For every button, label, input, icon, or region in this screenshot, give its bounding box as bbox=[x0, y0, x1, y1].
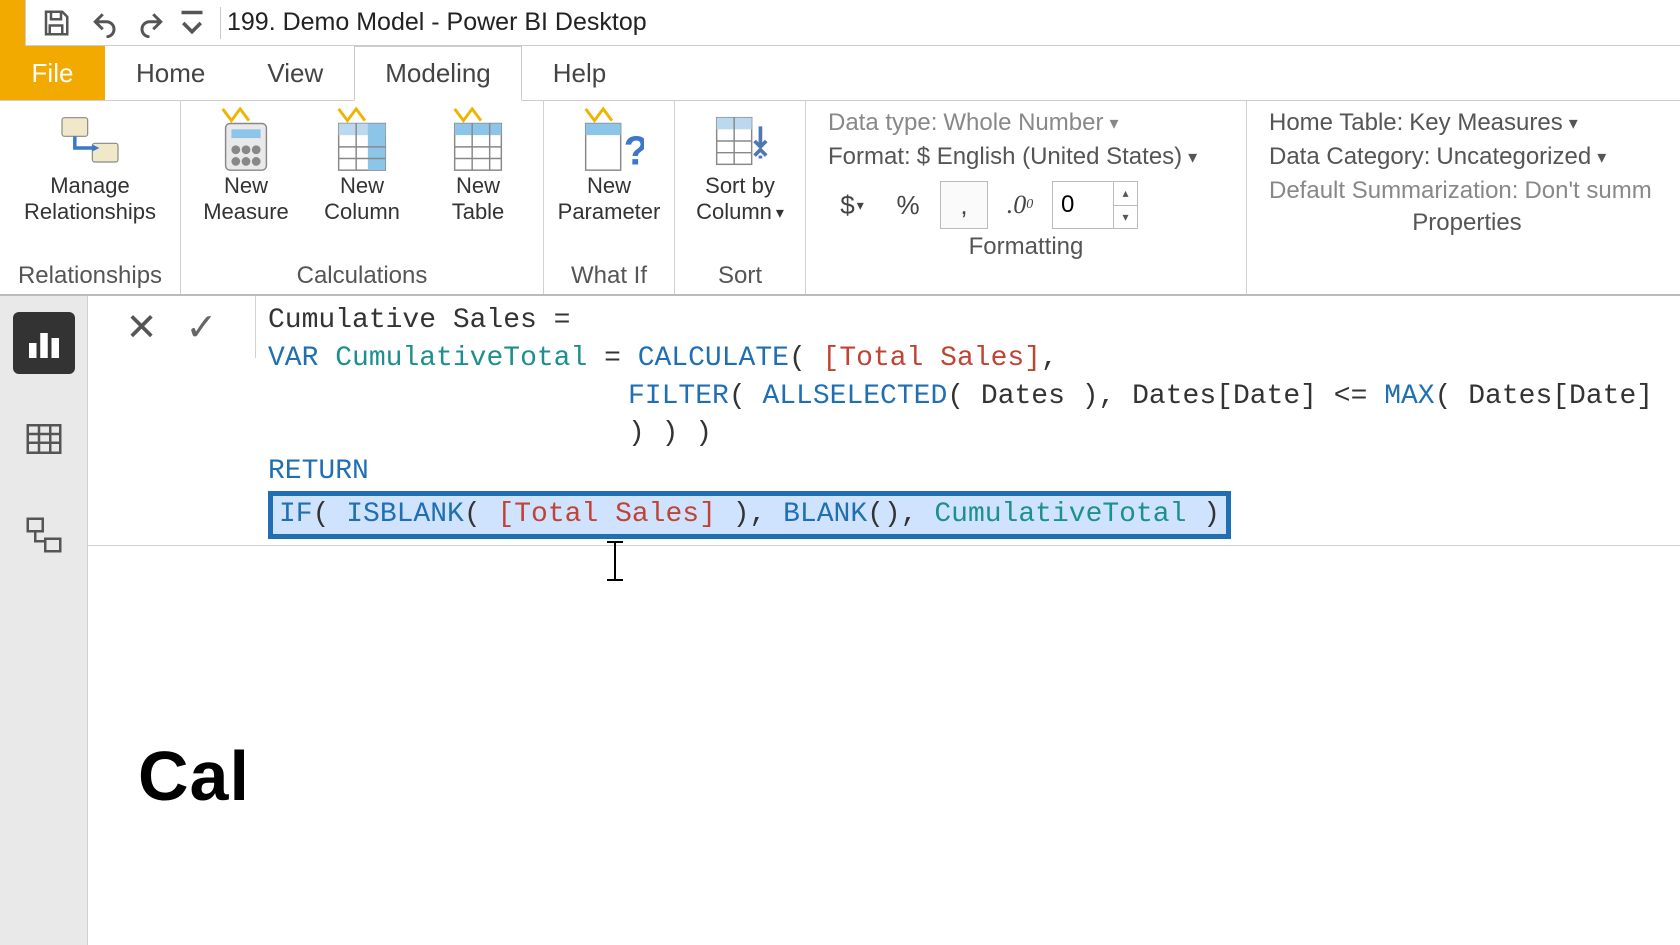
table-icon bbox=[443, 111, 513, 171]
data-view-button[interactable] bbox=[13, 408, 75, 470]
ribbon: Manage Relationships Relationships New M… bbox=[0, 101, 1680, 296]
save-button[interactable] bbox=[34, 1, 78, 45]
table-column-icon bbox=[327, 111, 397, 171]
new-column-button[interactable]: New Column bbox=[307, 107, 417, 226]
tab-modeling[interactable]: Modeling bbox=[354, 46, 522, 101]
title-bar: 199. Demo Model - Power BI Desktop bbox=[0, 0, 1680, 46]
tab-home[interactable]: Home bbox=[105, 46, 236, 100]
separator bbox=[220, 7, 221, 39]
svg-text:?: ? bbox=[624, 127, 644, 173]
page-title: Cal bbox=[138, 736, 250, 816]
quick-access-toolbar bbox=[26, 1, 214, 45]
currency-button[interactable]: $ ▾ bbox=[828, 181, 876, 229]
manage-relationships-icon bbox=[55, 111, 125, 171]
relationship-icon bbox=[24, 515, 64, 555]
chevron-down-icon: ▾ bbox=[1569, 113, 1578, 134]
decimal-places-input[interactable]: ▴▾ bbox=[1052, 181, 1138, 229]
undo-button[interactable] bbox=[82, 1, 126, 45]
new-measure-button[interactable]: New Measure bbox=[191, 107, 301, 226]
ribbon-group-properties: Home Table: Key Measures ▾ Data Category… bbox=[1247, 101, 1680, 294]
manage-relationships-button[interactable]: Manage Relationships bbox=[10, 107, 170, 226]
dax-editor[interactable]: Cumulative Sales = VAR CumulativeTotal =… bbox=[256, 296, 1680, 545]
chevron-down-icon: ▾ bbox=[1597, 147, 1606, 168]
app-logo bbox=[0, 0, 26, 46]
calculator-icon bbox=[211, 111, 281, 171]
home-table-dropdown[interactable]: Home Table: Key Measures ▾ bbox=[1269, 109, 1661, 137]
file-menu[interactable]: File bbox=[0, 46, 105, 100]
menu-bar: File Home View Modeling Help bbox=[0, 46, 1680, 101]
qat-customize-button[interactable] bbox=[178, 1, 206, 45]
undo-icon bbox=[89, 8, 119, 38]
tab-help[interactable]: Help bbox=[522, 46, 637, 100]
highlighted-dax-line: IF( ISBLANK( [Total Sales] ), BLANK(), C… bbox=[268, 491, 1231, 539]
spin-up[interactable]: ▴ bbox=[1114, 182, 1137, 206]
redo-icon bbox=[137, 8, 167, 38]
data-category-dropdown[interactable]: Data Category: Uncategorized ▾ bbox=[1269, 143, 1661, 171]
report-canvas[interactable]: Cal Ye 2015 2016 2017 2018 1/01/2017$14,… bbox=[88, 546, 1680, 945]
model-view-button[interactable] bbox=[13, 504, 75, 566]
sort-icon bbox=[705, 111, 775, 171]
ribbon-group-formatting: Data type: Whole Number ▾ Format: $ Engl… bbox=[806, 101, 1247, 294]
thousands-separator-button[interactable]: , bbox=[940, 181, 988, 229]
sort-by-column-button[interactable]: Sort by Column▾ bbox=[685, 107, 795, 226]
ribbon-group-calculations: New Measure New Column New Table Calcula… bbox=[181, 101, 544, 294]
format-dropdown[interactable]: Format: $ English (United States) ▾ bbox=[828, 143, 1220, 171]
default-summarization-dropdown[interactable]: Default Summarization: Don't summ bbox=[1269, 177, 1661, 205]
report-view-button[interactable] bbox=[13, 312, 75, 374]
decimal-places-field[interactable] bbox=[1053, 182, 1113, 228]
chevron-down-icon bbox=[178, 8, 206, 38]
ribbon-group-whatif: ? New Parameter What If bbox=[544, 101, 675, 294]
formula-cancel-button[interactable]: ✕ bbox=[126, 305, 158, 350]
window-title: 199. Demo Model - Power BI Desktop bbox=[227, 8, 647, 37]
percent-button[interactable]: % bbox=[884, 181, 932, 229]
chevron-down-icon: ▾ bbox=[1188, 147, 1197, 168]
formula-bar: ✕ ✓ Cumulative Sales = VAR CumulativeTot… bbox=[88, 296, 1680, 546]
decimal-places-icon: .00 bbox=[996, 181, 1044, 229]
parameter-icon: ? bbox=[574, 111, 644, 171]
chevron-down-icon: ▾ bbox=[857, 197, 864, 214]
redo-button[interactable] bbox=[130, 1, 174, 45]
main-area: ✕ ✓ Cumulative Sales = VAR CumulativeTot… bbox=[0, 296, 1680, 945]
new-table-button[interactable]: New Table bbox=[423, 107, 533, 226]
new-parameter-button[interactable]: ? New Parameter bbox=[554, 107, 664, 226]
save-icon bbox=[41, 8, 71, 38]
ribbon-group-sort: Sort by Column▾ Sort bbox=[675, 101, 806, 294]
tab-view[interactable]: View bbox=[236, 46, 354, 100]
bar-chart-icon bbox=[24, 323, 64, 363]
view-switcher bbox=[0, 296, 88, 945]
chevron-down-icon: ▾ bbox=[1109, 113, 1118, 134]
data-type-dropdown[interactable]: Data type: Whole Number ▾ bbox=[828, 109, 1220, 137]
table-icon bbox=[24, 419, 64, 459]
ribbon-group-relationships: Manage Relationships Relationships bbox=[0, 101, 181, 294]
formula-commit-button[interactable]: ✓ bbox=[186, 305, 218, 350]
spin-down[interactable]: ▾ bbox=[1114, 206, 1137, 229]
